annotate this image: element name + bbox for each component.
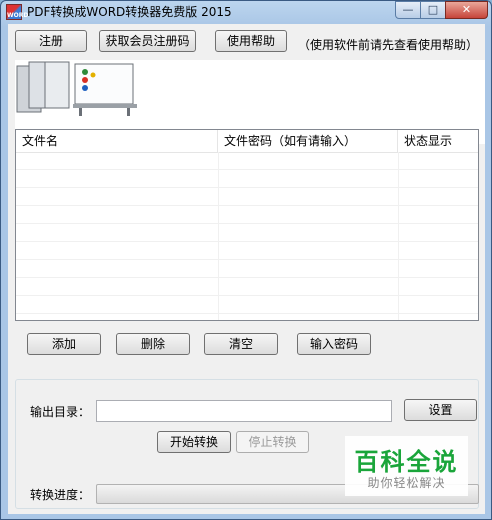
whiteboard-illustration-icon	[16, 61, 137, 116]
register-button[interactable]: 注册	[15, 30, 87, 52]
table-row[interactable]	[16, 296, 478, 314]
start-convert-button[interactable]: 开始转换	[157, 431, 231, 453]
add-button[interactable]: 添加	[27, 333, 101, 355]
main-panel: 注册 获取会员注册码 使用帮助 （使用软件前请先查看使用帮助） 文件名 文件密码…	[8, 24, 485, 514]
watermark-text: 百科全说	[354, 448, 459, 476]
watermark-logo: 百科全说 助你轻松解决	[345, 436, 468, 496]
table-row[interactable]	[16, 170, 478, 188]
app-window: WORD PDF转换成WORD转换器免费版 2015 — □ ✕ 注册 获取会员…	[0, 0, 492, 520]
table-row[interactable]	[16, 278, 478, 296]
close-button[interactable]: ✕	[445, 1, 488, 19]
stop-convert-button: 停止转换	[236, 431, 309, 453]
help-button[interactable]: 使用帮助	[215, 30, 287, 52]
column-status[interactable]: 状态显示	[398, 130, 478, 152]
help-note: （使用软件前请先查看使用帮助）	[298, 38, 479, 52]
file-list-table[interactable]: 文件名 文件密码（如有请输入） 状态显示	[15, 129, 479, 321]
column-password[interactable]: 文件密码（如有请输入）	[218, 130, 398, 152]
table-row[interactable]	[16, 206, 478, 224]
watermark-subtext: 助你轻松解决	[367, 476, 446, 490]
maximize-button[interactable]: □	[420, 1, 446, 19]
get-member-code-button[interactable]: 获取会员注册码	[99, 30, 196, 52]
delete-button[interactable]: 删除	[116, 333, 190, 355]
enter-password-button[interactable]: 输入密码	[297, 333, 371, 355]
progress-label: 转换进度：	[30, 488, 91, 502]
app-icon: WORD	[6, 4, 28, 20]
output-dir-label: 输出目录：	[30, 405, 91, 419]
minimize-button[interactable]: —	[395, 1, 421, 19]
table-row[interactable]	[16, 260, 478, 278]
table-header: 文件名 文件密码（如有请输入） 状态显示	[16, 130, 478, 153]
table-row[interactable]	[16, 188, 478, 206]
table-row[interactable]	[16, 152, 478, 170]
output-dir-input[interactable]	[96, 400, 392, 422]
window-title: PDF转换成WORD转换器免费版 2015	[27, 5, 232, 19]
table-row[interactable]	[16, 224, 478, 242]
table-row[interactable]	[16, 242, 478, 260]
title-bar[interactable]: WORD PDF转换成WORD转换器免费版 2015 — □ ✕	[1, 1, 491, 23]
clear-button[interactable]: 清空	[204, 333, 278, 355]
column-filename[interactable]: 文件名	[16, 130, 218, 152]
settings-button[interactable]: 设置	[404, 399, 477, 421]
